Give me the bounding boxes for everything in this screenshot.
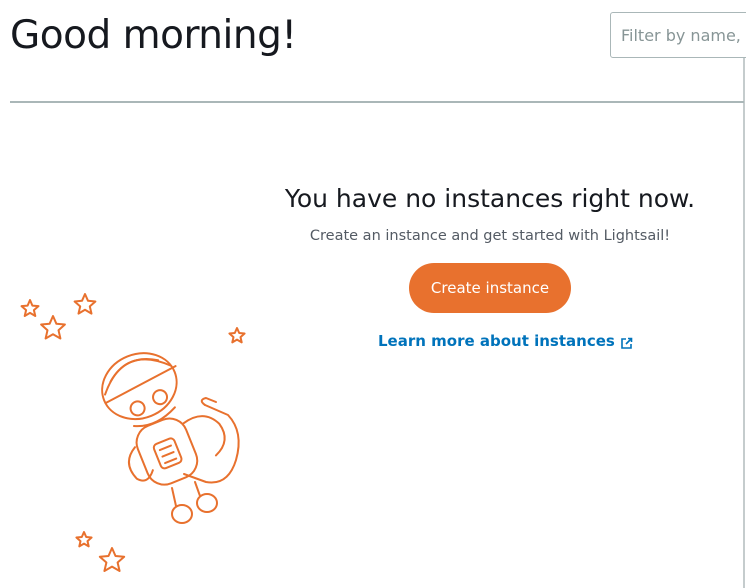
star-icon — [40, 315, 66, 340]
create-instance-button[interactable]: Create instance — [409, 263, 571, 313]
star-icon — [73, 293, 97, 315]
robot-astronaut-illustration — [20, 293, 246, 572]
star-icon — [228, 327, 246, 344]
empty-state-subtitle: Create an instance and get started with … — [309, 228, 671, 244]
star-icon — [75, 531, 93, 548]
star-icon — [20, 299, 40, 317]
page-title: Good morning! — [10, 13, 297, 58]
panel-edge — [743, 58, 745, 588]
learn-more-link[interactable]: Learn more about instances — [378, 331, 633, 351]
learn-more-label: Learn more about instances — [378, 332, 615, 350]
star-icon — [98, 547, 126, 572]
header-divider — [10, 101, 744, 103]
empty-state-title: You have no instances right now. — [284, 184, 696, 213]
filter-input[interactable] — [610, 12, 746, 58]
external-link-icon — [620, 335, 633, 349]
instances-home-page: Good morning! You have no instances righ… — [0, 0, 746, 588]
